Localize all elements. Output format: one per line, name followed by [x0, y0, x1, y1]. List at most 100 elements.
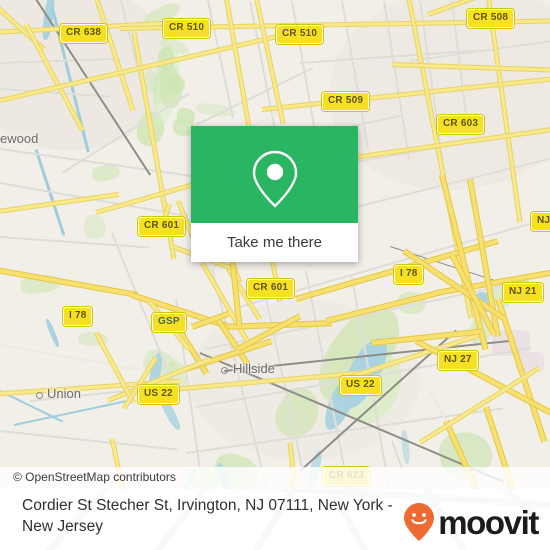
highway-nj21 [467, 178, 501, 338]
take-me-there-button[interactable]: Take me there [191, 223, 358, 262]
landuse-residential [516, 352, 544, 372]
landuse-park [145, 70, 157, 92]
stream [13, 399, 132, 426]
highway-ramp [449, 253, 497, 336]
road-shield: CR 601 [245, 278, 296, 299]
street [0, 344, 139, 371]
street [0, 236, 150, 249]
landuse-park [158, 35, 192, 57]
footer-address-text: Cordier St Stecher St, Irvington, NJ 071… [22, 497, 393, 535]
street [185, 407, 504, 454]
road-shield: I 78 [61, 306, 94, 327]
place-marker-dot [221, 367, 228, 374]
landuse-park [177, 108, 195, 124]
highway-ramp [93, 331, 136, 405]
road-shield: CR 509 [320, 91, 371, 112]
highway-gsp [177, 329, 210, 375]
location-callout-card[interactable]: Take me there [191, 126, 358, 262]
highway-nj27 [414, 338, 550, 419]
road-shield: GSP [151, 312, 187, 333]
street [0, 430, 180, 451]
road-shield: US 22 [339, 375, 382, 396]
landuse-park [165, 75, 185, 93]
highway-gsp [213, 315, 250, 366]
highway [485, 0, 523, 223]
street [0, 148, 199, 178]
road-shield: CR 601 [136, 216, 187, 237]
water-body [40, 0, 57, 41]
railway [299, 329, 457, 472]
road-shield: NJ 21 [502, 282, 544, 303]
moovit-smiley-pin-icon [404, 503, 435, 541]
highway [253, 0, 286, 125]
moovit-logo[interactable]: moovit [404, 503, 539, 541]
highway-ramp [402, 248, 506, 321]
place-label: ewood [0, 131, 39, 146]
landuse-urban [0, 0, 170, 150]
road-shield: CR 603 [435, 114, 486, 135]
landuse-park [84, 215, 106, 239]
card-pin-area [191, 126, 358, 223]
landuse-park [465, 312, 497, 348]
landuse-park [303, 293, 415, 417]
highway-nj27 [371, 328, 482, 346]
highway-gsp [236, 313, 302, 352]
landuse-park [133, 108, 169, 150]
highway-nj21 [495, 298, 548, 443]
road-shield: I 78 [392, 264, 425, 285]
water-body [44, 318, 61, 348]
street [299, 49, 480, 64]
landuse-residential [492, 330, 530, 356]
road-shield: CR 638 [58, 23, 109, 44]
stream [34, 149, 66, 236]
highway-nj21 [439, 174, 489, 351]
highway [199, 261, 250, 342]
pin-wrap [191, 148, 358, 210]
landuse-park [398, 292, 426, 314]
street [0, 57, 120, 64]
highway [93, 0, 136, 112]
street [0, 88, 110, 98]
street [383, 0, 411, 160]
landuse-park [139, 345, 183, 385]
street [61, 92, 190, 174]
landuse-park [149, 44, 177, 106]
place-label: Hillside [233, 361, 275, 376]
landuse-park [90, 162, 122, 184]
street [0, 182, 188, 217]
street [115, 0, 149, 108]
landuse-park [78, 332, 108, 346]
landuse-urban [190, 300, 420, 460]
landuse-park [160, 66, 182, 108]
highway-cr509 [0, 32, 284, 103]
landuse-park [195, 101, 237, 119]
map-canvas[interactable]: CR 638 CR 510 CR 510 CR 508 CR 509 CR 603 CR 6… [0, 0, 550, 489]
street [261, 278, 309, 489]
footer-bar: Cordier St Stecher St, Irvington, NJ 071… [0, 489, 550, 550]
osm-attribution-text: © OpenStreetMap contributors [13, 470, 176, 484]
water-body [474, 292, 490, 314]
moovit-wordmark: moovit [438, 503, 539, 541]
street [211, 268, 269, 489]
road-shield: CR 510 [161, 18, 212, 39]
place-marker-dot [36, 392, 43, 399]
moovit-map-screenshot: CR 638 CR 510 CR 510 CR 508 CR 509 CR 603 CR 6… [0, 0, 550, 550]
road-shield: US 22 [137, 384, 180, 405]
landuse-park [149, 45, 185, 127]
street [451, 0, 468, 121]
map-attribution-bar: © OpenStreetMap contributors [0, 467, 550, 489]
water-body [400, 429, 411, 465]
highway-i78 [221, 320, 333, 330]
highway-i78 [0, 266, 139, 299]
landuse-park [268, 381, 328, 445]
street [409, 39, 550, 62]
highway [391, 62, 550, 73]
highway [0, 0, 46, 52]
highway [418, 366, 541, 445]
street [339, 156, 550, 212]
water-body-lake [332, 332, 396, 414]
location-pin-icon [252, 150, 297, 208]
landuse-park [158, 48, 175, 70]
street [205, 0, 235, 119]
place-label: Union [47, 386, 81, 401]
